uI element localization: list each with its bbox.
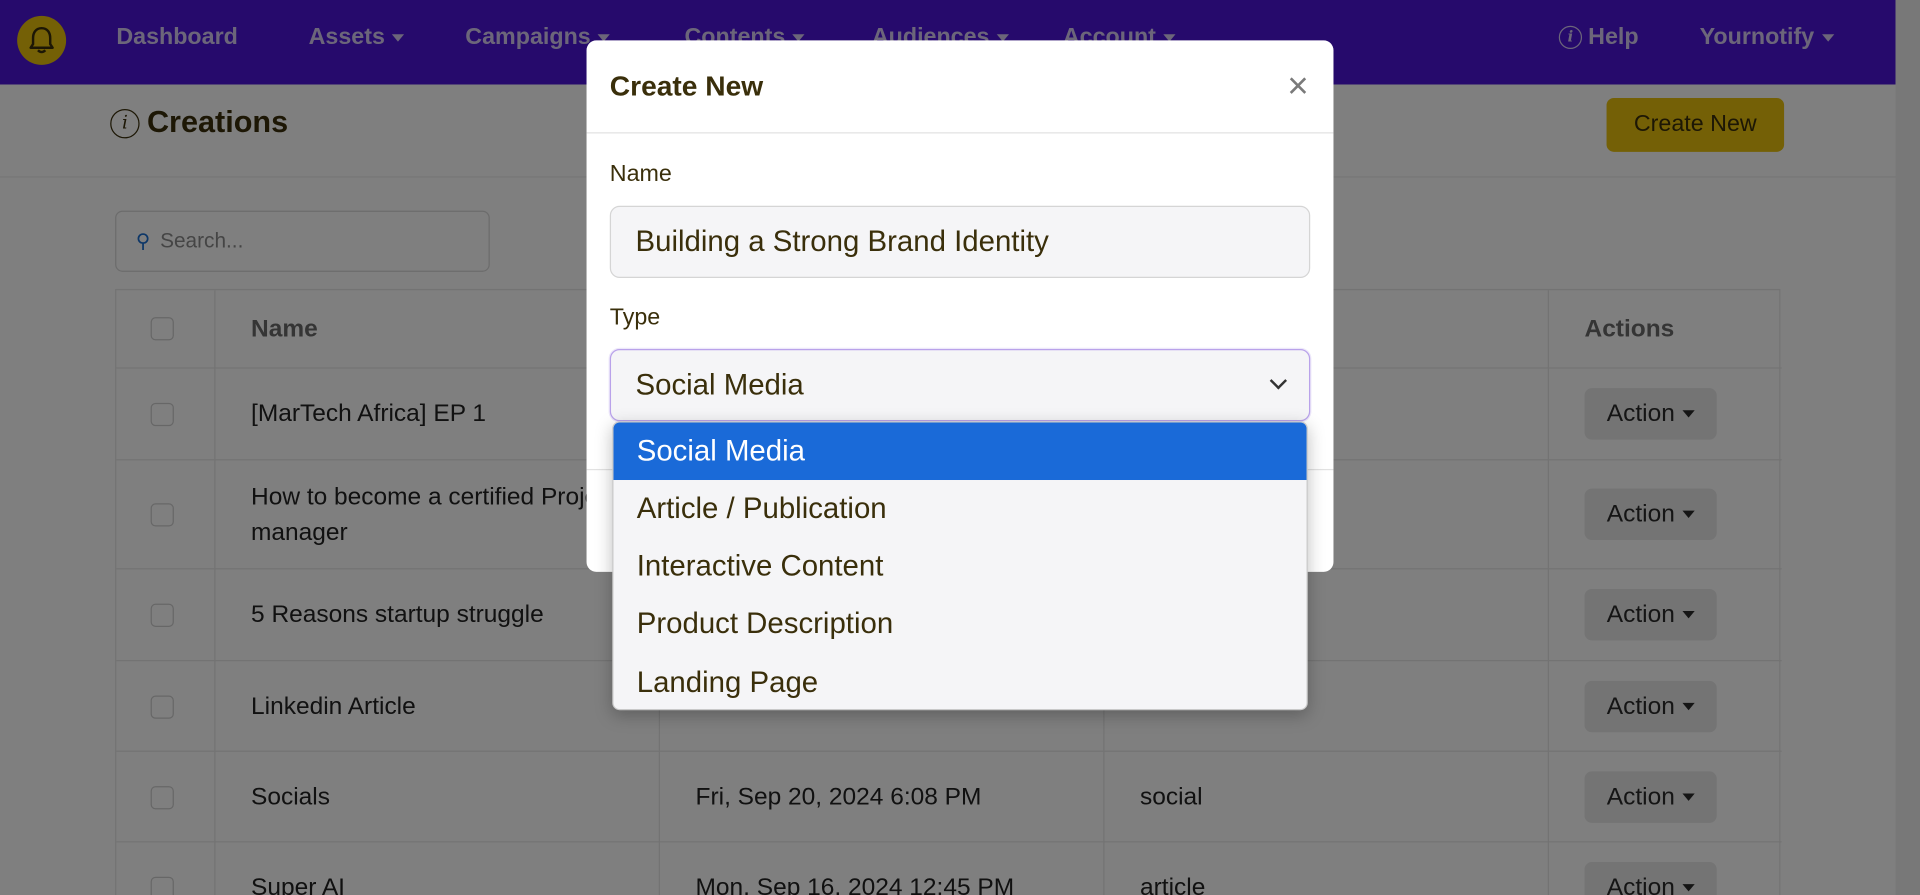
type-dropdown-list: Social Media Article / Publication Inter… [612,421,1308,711]
dropdown-option[interactable]: Article / Publication [613,480,1306,538]
dropdown-option[interactable]: Landing Page [613,654,1306,709]
page-root: Dashboard Assets Campaigns Contents Audi… [0,0,1920,895]
dropdown-option[interactable]: Social Media [613,422,1307,481]
close-icon[interactable]: × [1282,68,1314,105]
modal-title: Create New [609,69,764,102]
dropdown-option[interactable]: Interactive Content [613,538,1306,596]
modal-header: Create New × [586,40,1334,134]
chevron-down-icon [1269,372,1288,390]
dropdown-option[interactable]: Product Description [613,595,1306,653]
type-select-value: Social Media [635,367,804,402]
name-field[interactable]: Building a Strong Brand Identity [609,205,1311,278]
app-viewport: Dashboard Assets Campaigns Contents Audi… [0,0,1920,895]
name-label: Name [609,161,672,188]
type-label: Type [609,304,661,331]
type-select[interactable]: Social Media [609,348,1311,422]
